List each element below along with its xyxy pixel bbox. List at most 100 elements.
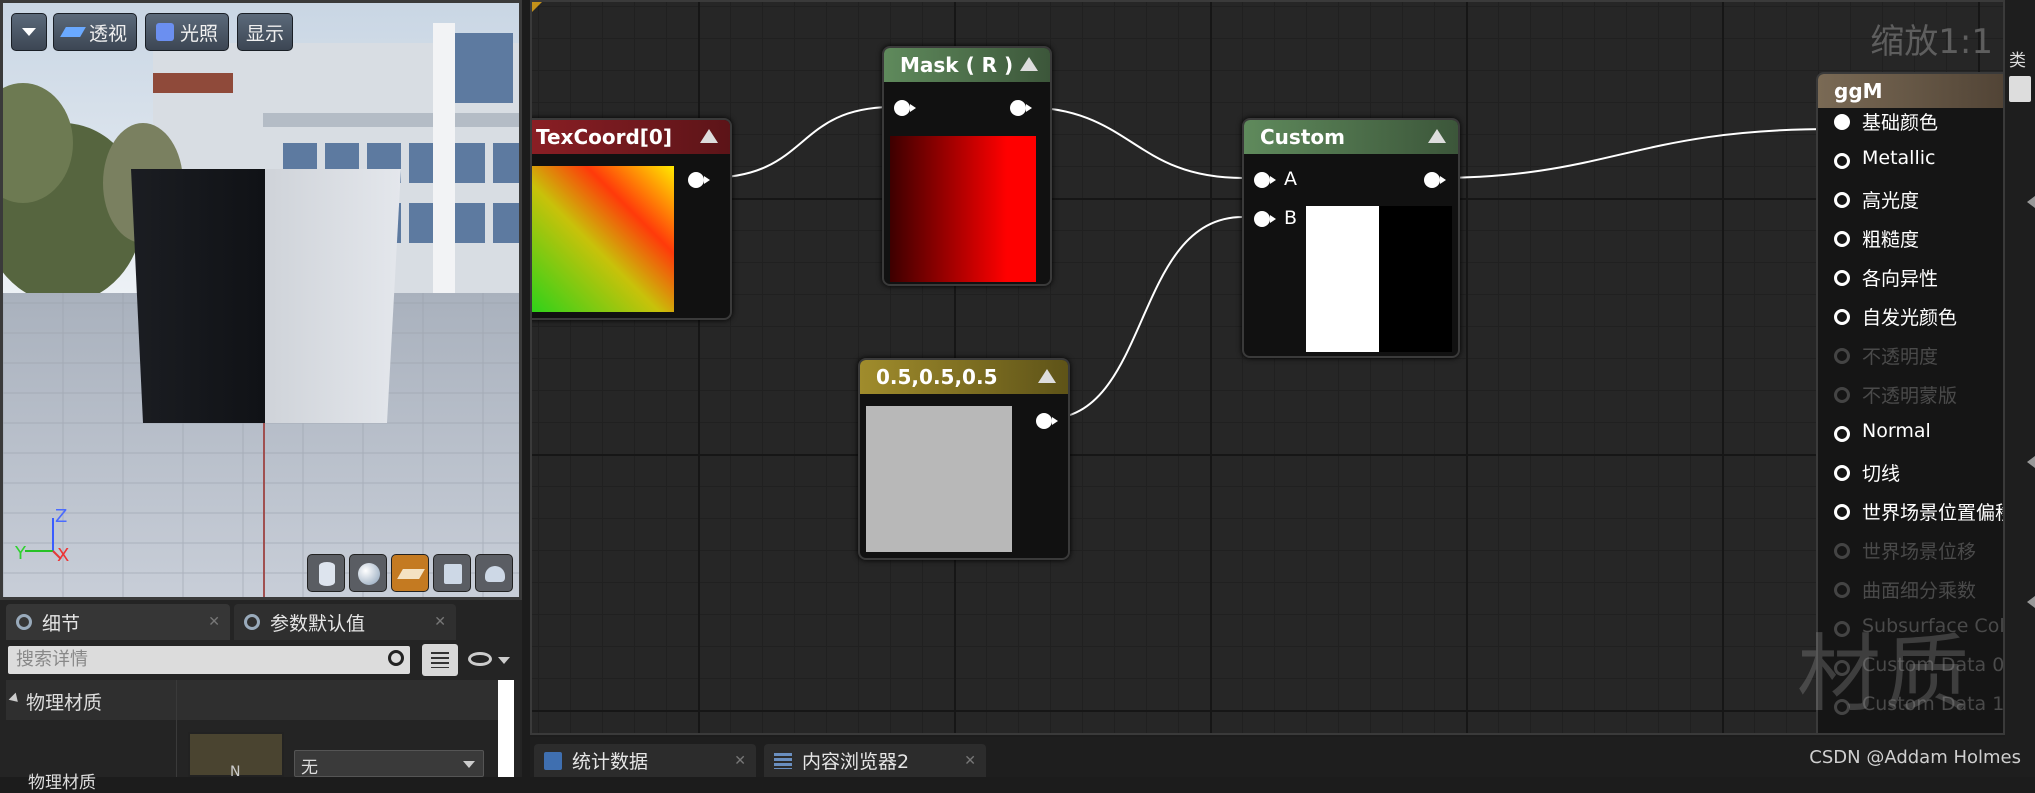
node-mask[interactable]: Mask ( R ) — [882, 46, 1052, 286]
collapse-triangle-icon[interactable] — [1428, 129, 1446, 143]
preview-sphere-button[interactable] — [349, 554, 387, 592]
plane-icon — [397, 569, 425, 579]
category-header[interactable]: 物理材质 — [6, 680, 502, 720]
material-input-pin[interactable] — [1834, 270, 1850, 286]
node-constant3vector[interactable]: 0.5,0.5,0.5 — [858, 358, 1070, 560]
tab-details[interactable]: 细节 ✕ — [6, 604, 230, 640]
content-browser-icon — [774, 752, 792, 769]
axis-z-label: Z — [55, 506, 68, 527]
mask-preview — [890, 136, 1036, 282]
view-options-button[interactable] — [422, 644, 458, 676]
node-mask-header[interactable]: Mask ( R ) — [884, 48, 1050, 82]
category-label: 物理材质 — [26, 692, 103, 714]
material-input-pin[interactable] — [1834, 231, 1850, 247]
wire-custom-ggm — [1431, 128, 1835, 179]
collapse-arrow-icon[interactable] — [2027, 456, 2035, 468]
wire-mask-custom — [1021, 106, 1244, 179]
material-input-pin[interactable] — [1834, 465, 1850, 481]
magnifier-icon — [16, 614, 32, 630]
output-pin[interactable] — [1036, 413, 1058, 429]
material-input-label: Metallic — [1862, 147, 1936, 169]
lighting-button[interactable]: 光照 — [145, 13, 229, 51]
show-label: 显示 — [245, 22, 284, 45]
collapse-arrow-icon[interactable] — [2027, 596, 2035, 608]
tab-stats[interactable]: 统计数据 ✕ — [534, 744, 756, 777]
close-icon[interactable]: ✕ — [964, 753, 976, 769]
cylinder-icon — [319, 562, 335, 586]
thumbnail-letter: N — [230, 764, 241, 780]
collapse-triangle-icon[interactable] — [700, 129, 718, 143]
input-pin-b[interactable] — [1254, 211, 1276, 227]
node-mask-title: Mask ( R ) — [900, 53, 1014, 77]
lighting-label: 光照 — [179, 22, 218, 45]
tab-param-defaults[interactable]: 参数默认值 ✕ — [234, 604, 456, 640]
scrollbar[interactable] — [498, 680, 514, 777]
close-icon[interactable]: ✕ — [434, 614, 446, 630]
teapot-icon — [485, 566, 505, 582]
material-input-label: 高光度 — [1862, 190, 1920, 212]
connection-wires — [705, 106, 1835, 420]
show-button[interactable]: 显示 — [237, 13, 293, 51]
constant-preview — [866, 406, 1012, 552]
node-constant-header[interactable]: 0.5,0.5,0.5 — [860, 360, 1068, 394]
custom-preview — [1306, 206, 1452, 352]
material-input-pin[interactable] — [1834, 543, 1850, 559]
collapse-triangle-icon[interactable] — [1038, 369, 1056, 383]
lit-cube-icon — [155, 23, 174, 41]
viewport-options-dropdown[interactable] — [11, 13, 47, 51]
right-panel-field[interactable] — [2009, 76, 2031, 102]
cube-icon — [444, 564, 462, 584]
material-preview-viewport[interactable]: Z Y X 透视 光照 显示 — [0, 0, 522, 600]
sphere-icon — [358, 563, 380, 585]
list-icon — [431, 652, 449, 668]
collapse-triangle-icon[interactable] — [1020, 57, 1038, 71]
material-input-pin[interactable] — [1834, 504, 1850, 520]
pin-a-label: A — [1284, 168, 1297, 190]
preview-mesh-button[interactable] — [475, 554, 513, 592]
node-texcoord[interactable]: TexCoord[0] — [532, 118, 732, 320]
material-input-pin[interactable] — [1834, 192, 1850, 208]
material-input-pin[interactable] — [1834, 309, 1850, 325]
material-input-pin[interactable] — [1834, 348, 1850, 364]
material-input-label: 各向异性 — [1862, 268, 1939, 290]
asset-thumbnail[interactable]: N — [188, 732, 284, 780]
node-texcoord-header[interactable]: TexCoord[0] — [532, 120, 730, 154]
close-icon[interactable]: ✕ — [208, 614, 220, 630]
node-texcoord-title: TexCoord[0] — [536, 125, 672, 149]
node-custom[interactable]: Custom A B — [1242, 118, 1460, 358]
output-pin[interactable] — [1010, 100, 1032, 116]
material-input-pin[interactable] — [1834, 582, 1850, 598]
material-input-label: 自发光颜色 — [1862, 307, 1958, 329]
node-ggm-header[interactable]: ggM — [1818, 74, 2003, 108]
output-pin[interactable] — [1424, 172, 1446, 188]
physical-material-dropdown[interactable]: 无 — [294, 750, 484, 778]
material-graph-canvas[interactable]: 缩放1:1 TexCoord[0] Mask ( R ) Custom A B … — [530, 0, 2005, 735]
tab-content-browser[interactable]: 内容浏览器2 ✕ — [764, 744, 986, 777]
chevron-down-icon — [463, 761, 475, 768]
visibility-filter-button[interactable] — [466, 648, 514, 674]
close-icon[interactable]: ✕ — [734, 753, 746, 769]
search-details-input[interactable]: 搜索详情 — [8, 646, 410, 674]
material-input-pin[interactable] — [1834, 426, 1850, 442]
preview-cylinder-button[interactable] — [307, 554, 345, 592]
node-custom-header[interactable]: Custom — [1244, 120, 1458, 154]
input-pin-a[interactable] — [1254, 172, 1276, 188]
magnifier-icon — [244, 614, 260, 630]
preview-cube-button[interactable] — [433, 554, 471, 592]
collapse-arrow-icon[interactable] — [2027, 196, 2035, 208]
material-input-pin[interactable] — [1834, 387, 1850, 403]
tab-content-browser-label: 内容浏览器2 — [802, 751, 910, 773]
property-label: 物理材质 — [28, 773, 96, 793]
tab-details-label: 细节 — [42, 612, 81, 635]
input-pin[interactable] — [894, 100, 916, 116]
graph-watermark: 材质 — [1797, 625, 1974, 723]
preview-scene — [3, 3, 519, 597]
material-input-pin[interactable] — [1834, 114, 1850, 130]
material-input-pin[interactable] — [1834, 153, 1850, 169]
pin-b-label: B — [1284, 207, 1298, 229]
output-pin[interactable] — [688, 172, 710, 188]
node-custom-title: Custom — [1260, 125, 1345, 149]
perspective-icon — [60, 27, 86, 37]
preview-plane-button[interactable] — [391, 554, 429, 592]
perspective-button[interactable]: 透视 — [53, 13, 137, 51]
